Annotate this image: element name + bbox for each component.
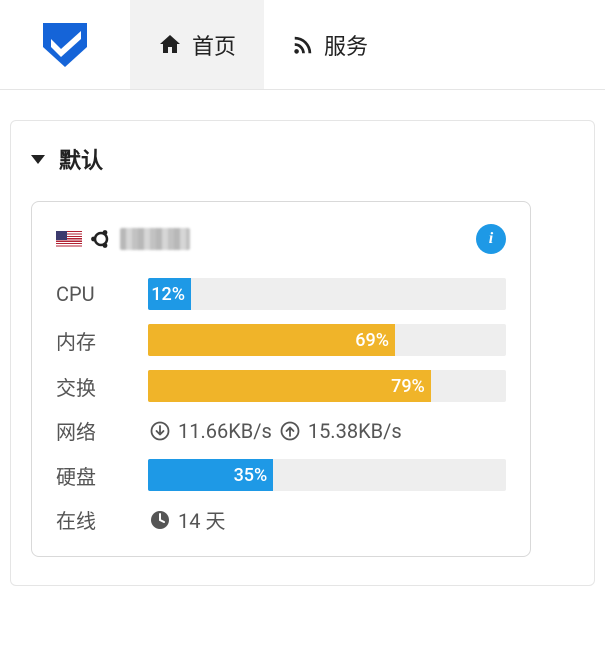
flag-us-icon bbox=[56, 231, 82, 247]
upload-icon bbox=[278, 419, 302, 443]
network-value: 11.66KB/s 15.38KB/s bbox=[148, 419, 402, 443]
cpu-progress: 12% bbox=[148, 278, 506, 310]
stat-memory-label: 内存 bbox=[56, 326, 148, 355]
nav-service[interactable]: 服务 bbox=[264, 0, 396, 89]
panel-title: 默认 bbox=[59, 143, 103, 175]
host-identity bbox=[56, 228, 190, 250]
stat-cpu-label: CPU bbox=[56, 282, 148, 306]
nav-service-label: 服务 bbox=[324, 29, 368, 61]
panel-header[interactable]: 默认 bbox=[31, 143, 574, 175]
stat-network-label: 网络 bbox=[56, 416, 148, 445]
disk-progress: 35% bbox=[148, 459, 506, 491]
cpu-progress-fill: 12% bbox=[148, 278, 191, 310]
logo[interactable] bbox=[0, 0, 130, 89]
hostname-redacted bbox=[120, 228, 190, 250]
stat-memory-row: 内存 69% bbox=[56, 324, 506, 356]
stat-uptime-label: 在线 bbox=[56, 505, 148, 534]
rss-icon bbox=[292, 34, 314, 56]
stat-uptime-row: 在线 14 天 bbox=[56, 505, 506, 534]
uptime-text: 14 天 bbox=[178, 505, 225, 534]
top-navigation: 首页 服务 bbox=[0, 0, 605, 90]
ubuntu-icon bbox=[90, 228, 112, 250]
stat-swap-row: 交换 79% bbox=[56, 370, 506, 402]
server-group-panel: 默认 i CPU 12% bbox=[10, 120, 595, 586]
memory-progress-fill: 69% bbox=[148, 324, 395, 356]
server-card: i CPU 12% 内存 69% 交换 79% 网络 bbox=[31, 201, 531, 557]
stat-disk-label: 硬盘 bbox=[56, 461, 148, 490]
upload-speed: 15.38KB/s bbox=[308, 419, 402, 443]
shield-logo-icon bbox=[37, 17, 93, 73]
stat-swap-label: 交换 bbox=[56, 372, 148, 401]
nav-home-label: 首页 bbox=[192, 29, 236, 61]
info-button[interactable]: i bbox=[476, 224, 506, 254]
disk-progress-fill: 35% bbox=[148, 459, 273, 491]
memory-progress: 69% bbox=[148, 324, 506, 356]
swap-progress-fill: 79% bbox=[148, 370, 431, 402]
download-icon bbox=[148, 419, 172, 443]
uptime-value: 14 天 bbox=[148, 505, 225, 534]
stat-disk-row: 硬盘 35% bbox=[56, 459, 506, 491]
clock-icon bbox=[148, 508, 172, 532]
stat-network-row: 网络 11.66KB/s 15.38KB/s bbox=[56, 416, 506, 445]
caret-down-icon bbox=[31, 155, 45, 164]
card-header: i bbox=[56, 224, 506, 254]
nav-home[interactable]: 首页 bbox=[130, 0, 264, 89]
download-speed: 11.66KB/s bbox=[178, 419, 272, 443]
home-icon bbox=[158, 33, 182, 57]
swap-progress: 79% bbox=[148, 370, 506, 402]
stat-cpu-row: CPU 12% bbox=[56, 278, 506, 310]
